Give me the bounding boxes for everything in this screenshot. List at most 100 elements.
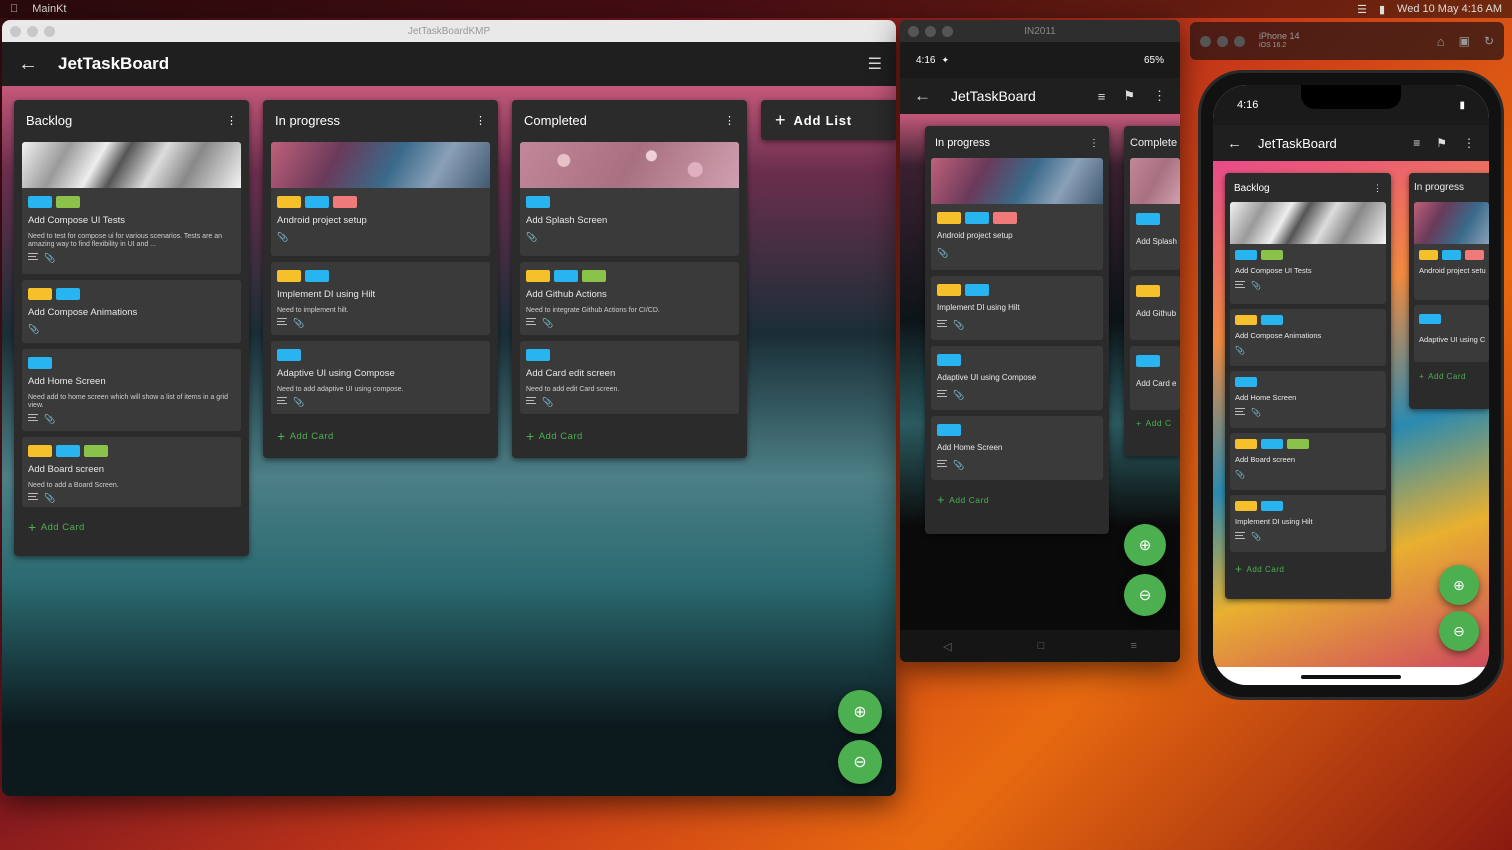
app-title: JetTaskBoard <box>58 54 170 73</box>
zoom-window-button[interactable] <box>1234 35 1245 47</box>
zoom-in-fab[interactable]: ⊕ <box>1439 565 1479 605</box>
window-titlebar[interactable]: JetTaskBoardKMP <box>2 20 896 42</box>
zoom-in-fab[interactable]: ⊕ <box>838 690 882 734</box>
card-meta-icons: 📎 <box>1235 346 1381 355</box>
ios-home-area <box>1213 667 1489 685</box>
task-card[interactable]: Add Splash Screen 📎 <box>520 142 739 256</box>
back-arrow-icon[interactable]: ← <box>1227 135 1242 152</box>
nav-recents-icon[interactable]: ≡ <box>1130 640 1136 652</box>
rotate-icon[interactable]: ↻ <box>1484 34 1494 48</box>
simulator-device-name: iPhone 14 <box>1259 31 1300 42</box>
task-card[interactable]: Add Card e <box>1130 346 1180 410</box>
add-card-label: Add Card <box>538 430 583 442</box>
zoom-out-fab[interactable]: ⊖ <box>838 740 882 784</box>
emulator-titlebar[interactable]: IN2011 <box>900 20 1180 42</box>
task-card[interactable]: Android project setup 📎 <box>271 142 490 256</box>
card-labels <box>277 196 484 208</box>
desktop-app-window: JetTaskBoardKMP ← JetTaskBoard ☰ Backlog… <box>2 20 896 796</box>
window-title: JetTaskBoardKMP <box>407 25 491 37</box>
card-title: Android project setup <box>937 231 1013 240</box>
task-card[interactable]: Add Board screen Need to add a Board Scr… <box>22 437 241 507</box>
minimize-window-button[interactable] <box>925 25 936 37</box>
battery-icon[interactable]: ▮ <box>1379 3 1385 16</box>
card-title: Add Compose UI Tests <box>1235 266 1312 275</box>
add-card-button[interactable]: + Add Card <box>271 428 490 444</box>
back-arrow-icon[interactable]: ← <box>16 53 40 76</box>
minimize-window-button[interactable] <box>27 25 38 37</box>
add-card-button[interactable]: + Add Card <box>1414 372 1489 381</box>
add-card-button[interactable]: + Add C <box>1130 418 1180 428</box>
close-window-button[interactable] <box>10 25 21 37</box>
label-chip <box>1287 439 1309 449</box>
zoom-out-fab[interactable]: ⊖ <box>1124 574 1166 616</box>
bell-icon[interactable]: ⚑ <box>1123 88 1135 104</box>
label-chip <box>526 349 550 361</box>
task-card[interactable]: Add Home Screen 📎 <box>931 416 1103 480</box>
task-card[interactable]: Add Compose Animations 📎 <box>22 280 241 343</box>
close-window-button[interactable] <box>1200 35 1211 47</box>
label-chip <box>526 270 550 282</box>
attachment-icon: 📎 <box>44 413 56 424</box>
add-list-button[interactable]: + Add List <box>761 100 896 140</box>
more-vert-icon[interactable]: ⋮ <box>724 114 735 127</box>
iphone-screen: 4:16 ▮ ← JetTaskBoard ≡ ⚑ ⋮ Backlog ⋮ Ad… <box>1213 85 1489 685</box>
screenshot-icon[interactable]: ▣ <box>1459 34 1470 48</box>
task-card[interactable]: Add Compose UI Tests Need to test for co… <box>22 142 241 274</box>
wifi-icon[interactable]: ☰ <box>1357 3 1367 16</box>
nav-back-icon[interactable]: ◁ <box>943 640 951 653</box>
more-vert-icon[interactable]: ⋮ <box>1153 88 1166 104</box>
card-meta-icons: 📎 <box>1235 532 1381 541</box>
close-window-button[interactable] <box>908 25 919 37</box>
label-chip <box>937 212 961 224</box>
task-card[interactable]: Add Home Screen Need add to home screen … <box>22 349 241 431</box>
task-card[interactable]: Add Board screen 📎 <box>1230 433 1386 490</box>
add-card-label: Add Card <box>949 494 990 505</box>
minimize-window-button[interactable] <box>1217 35 1228 47</box>
back-arrow-icon[interactable]: ← <box>914 86 931 106</box>
nav-home-icon[interactable]: □ <box>1038 640 1045 652</box>
add-card-button[interactable]: + Add Card <box>520 428 739 444</box>
task-card[interactable]: Adaptive UI using Compose Need to add ad… <box>271 341 490 414</box>
sort-icon[interactable]: ≡ <box>1098 89 1106 104</box>
more-vert-icon[interactable]: ⋮ <box>475 114 486 127</box>
zoom-in-fab[interactable]: ⊕ <box>1124 524 1166 566</box>
menubar-clock[interactable]: Wed 10 May 4:16 AM <box>1397 3 1502 15</box>
task-card[interactable]: Add Splash <box>1130 158 1180 270</box>
home-indicator[interactable] <box>1301 675 1401 679</box>
task-card[interactable]: Adaptive UI using C <box>1414 305 1489 362</box>
apple-icon[interactable]:  <box>10 3 18 15</box>
task-card[interactable]: Implement DI using Hilt 📎 <box>1230 495 1386 552</box>
task-card[interactable]: Adaptive UI using Compose 📎 <box>931 346 1103 410</box>
plus-icon: + <box>526 428 535 444</box>
hamburger-menu-icon[interactable]: ☰ <box>868 54 882 74</box>
task-card[interactable]: Add Home Screen 📎 <box>1230 371 1386 428</box>
more-vert-icon[interactable]: ⋮ <box>1089 138 1099 149</box>
task-card[interactable]: Add Github Actions Need to integrate Git… <box>520 262 739 335</box>
menubar-app-name[interactable]: MainKt <box>32 3 66 15</box>
label-chip <box>526 196 550 208</box>
bell-icon[interactable]: ⚑ <box>1436 136 1447 150</box>
sort-icon[interactable]: ≡ <box>1413 136 1420 150</box>
task-card[interactable]: Implement DI using Hilt Need to implemen… <box>271 262 490 335</box>
more-vert-icon[interactable]: ⋮ <box>226 114 237 127</box>
card-meta-icons: 📎 <box>1235 470 1381 479</box>
task-card[interactable]: Add Compose UI Tests 📎 <box>1230 202 1386 304</box>
more-vert-icon[interactable]: ⋮ <box>1373 183 1382 194</box>
attachment-icon: 📎 <box>293 397 305 408</box>
task-card[interactable]: Android project setu <box>1414 202 1489 300</box>
zoom-window-button[interactable] <box>44 25 55 37</box>
attachment-icon: 📎 <box>293 318 305 329</box>
more-vert-icon[interactable]: ⋮ <box>1463 136 1475 150</box>
home-icon[interactable]: ⌂ <box>1437 34 1445 49</box>
task-card[interactable]: Add Compose Animations 📎 <box>1230 309 1386 366</box>
task-card[interactable]: Add Card edit screen Need to add edit Ca… <box>520 341 739 414</box>
zoom-window-button[interactable] <box>942 25 953 37</box>
add-card-label: Add Card <box>40 521 85 533</box>
task-card[interactable]: Implement DI using Hilt 📎 <box>931 276 1103 340</box>
zoom-out-fab[interactable]: ⊖ <box>1439 611 1479 651</box>
task-card[interactable]: Android project setup 📎 <box>931 158 1103 270</box>
add-card-button[interactable]: + Add Card <box>931 492 1103 507</box>
add-card-button[interactable]: + Add Card <box>1230 562 1386 576</box>
add-card-button[interactable]: + Add Card <box>22 519 241 535</box>
task-card[interactable]: Add Github <box>1130 276 1180 340</box>
